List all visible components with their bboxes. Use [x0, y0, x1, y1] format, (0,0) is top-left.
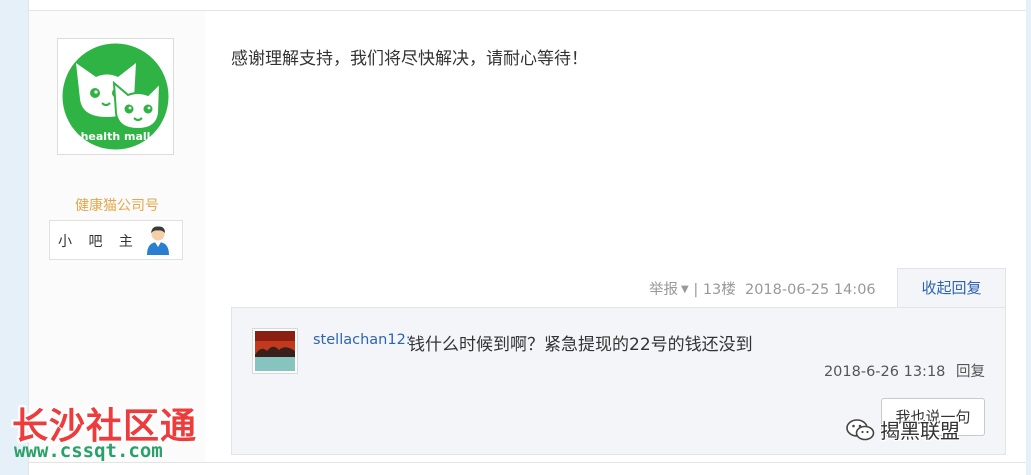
reply-username[interactable]: stellachan12: [313, 332, 411, 348]
author-sidebar: health mall 健康猫公司号 小 吧 主 [29, 11, 205, 462]
logo-text: health mall [81, 130, 151, 143]
moderator-badge: 小 吧 主 [49, 220, 183, 260]
report-link[interactable]: 举报 [649, 282, 678, 298]
reply-content: 钱什么时候到啊？紧急提现的22号的钱还没到 [408, 335, 753, 355]
author-avatar[interactable]: health mall [57, 38, 174, 155]
floor-number: 13楼 [702, 282, 736, 298]
badge-label: 小 吧 主 [58, 234, 139, 250]
sunset-avatar-image [255, 331, 295, 371]
reply-meta: 2018-6-26 13:18 回复 [824, 360, 985, 381]
watermark-site-url: www.cssqt.com [14, 440, 163, 462]
user-icon [146, 225, 170, 259]
post-datetime: 2018-06-25 14:06 [744, 282, 876, 298]
collapse-reply-button[interactable]: 收起回复 [897, 268, 1006, 308]
reply-datetime: 2018-6-26 13:18 [823, 364, 946, 380]
reply-avatar[interactable] [252, 328, 298, 374]
health-mall-logo: health mall [62, 43, 169, 150]
watermark-right-text: 揭黑联盟 [880, 419, 960, 443]
watermark-right: 揭黑联盟 [846, 415, 960, 447]
divider [29, 462, 1026, 463]
reply-link[interactable]: 回复 [956, 364, 985, 380]
post-meta: 举报 ▼ | 13楼 2018-06-25 14:06 [649, 278, 876, 299]
author-name[interactable]: 健康猫公司号 [29, 195, 205, 215]
meta-separator: | [693, 282, 699, 298]
post-content: 感谢理解支持，我们将尽快解决，请耐心等待！ [231, 49, 588, 69]
wechat-icon [846, 418, 876, 447]
caret-down-icon[interactable]: ▼ [681, 284, 689, 295]
